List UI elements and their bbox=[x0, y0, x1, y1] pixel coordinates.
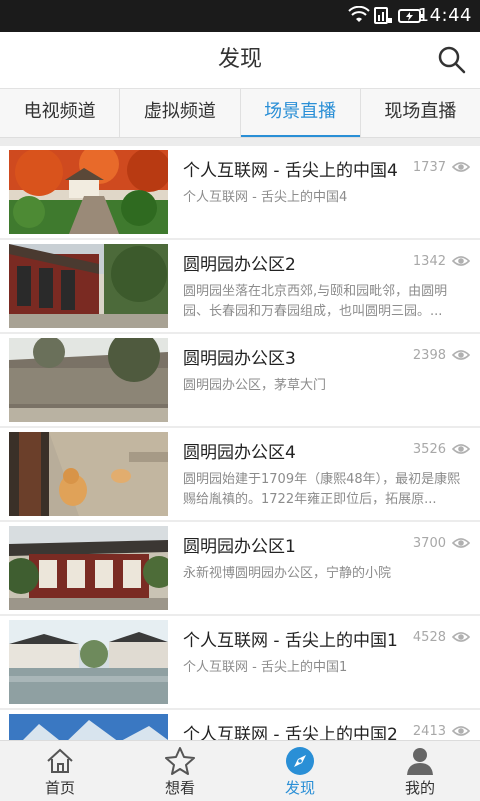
thumbnail-image bbox=[9, 526, 168, 610]
view-count: 3526 bbox=[412, 442, 446, 457]
eye-icon bbox=[452, 538, 470, 548]
tab-virtual-channels[interactable]: 虚拟频道 bbox=[120, 89, 241, 137]
eye-icon bbox=[452, 444, 470, 454]
item-description: 个人互联网 - 舌尖上的中国1 bbox=[183, 660, 348, 675]
signal-icon bbox=[374, 7, 392, 24]
list-item[interactable]: 圆明园办公区2 1342 圆明园坐落在北京西郊,与颐和园毗邻，由圆明园、长春园和… bbox=[0, 240, 480, 332]
list-item[interactable]: 圆明园办公区1 3700 永新视博圆明园办公区，宁静的小院 bbox=[0, 522, 480, 614]
view-count: 2413 bbox=[412, 724, 446, 739]
item-title: 个人互联网 - 舌尖上的中国1 bbox=[183, 631, 398, 651]
nav-discover-label: 发现 bbox=[284, 779, 315, 797]
list-item[interactable]: 个人互联网 - 舌尖上的中国2 2413 bbox=[0, 710, 480, 740]
list-item[interactable]: 个人互联网 - 舌尖上的中国1 4528 个人互联网 - 舌尖上的中国1 bbox=[0, 616, 480, 708]
status-bar: 14:44 bbox=[0, 0, 480, 32]
thumbnail-image bbox=[9, 150, 168, 234]
video-list: 个人互联网 - 舌尖上的中国4 1737 个人互联网 - 舌尖上的中国4 圆明园… bbox=[0, 138, 480, 740]
category-tabs: 电视频道 虚拟频道 场景直播 现场直播 bbox=[0, 89, 480, 138]
view-count: 3700 bbox=[412, 536, 446, 551]
nav-profile[interactable]: 我的 bbox=[360, 741, 480, 801]
item-title: 圆明园办公区1 bbox=[183, 537, 296, 557]
view-count: 2398 bbox=[412, 348, 446, 363]
item-description: 圆明园始建于1709年（康熙48年），最初是康熙赐给胤禛的。1722年雍正即位后… bbox=[183, 472, 461, 507]
eye-icon bbox=[452, 256, 470, 266]
item-title: 个人互联网 - 舌尖上的中国4 bbox=[183, 161, 398, 181]
bottom-navigation: 首页 想看 发现 我的 bbox=[0, 740, 480, 801]
view-count: 1737 bbox=[412, 160, 446, 175]
wifi-icon bbox=[348, 6, 370, 22]
view-count: 4528 bbox=[412, 630, 446, 645]
nav-wishlist-label: 想看 bbox=[164, 779, 195, 797]
list-item[interactable]: 圆明园办公区4 3526 圆明园始建于1709年（康熙48年），最初是康熙赐给胤… bbox=[0, 428, 480, 520]
compass-icon bbox=[286, 747, 314, 775]
person-icon bbox=[407, 748, 433, 775]
thumbnail-image bbox=[9, 714, 168, 740]
nav-wishlist[interactable]: 想看 bbox=[120, 741, 240, 801]
page-title: 发现 bbox=[217, 47, 262, 72]
item-title: 个人互联网 - 舌尖上的中国2 bbox=[183, 725, 398, 740]
tab-scene-live[interactable]: 场景直播 bbox=[240, 89, 361, 137]
star-icon bbox=[165, 747, 195, 775]
view-count: 1342 bbox=[412, 254, 446, 269]
eye-icon bbox=[452, 350, 470, 360]
item-title: 圆明园办公区2 bbox=[183, 255, 296, 275]
tab-onsite-live[interactable]: 现场直播 bbox=[361, 89, 480, 137]
eye-icon bbox=[452, 632, 470, 642]
list-item[interactable]: 个人互联网 - 舌尖上的中国4 1737 个人互联网 - 舌尖上的中国4 bbox=[0, 146, 480, 238]
nav-profile-label: 我的 bbox=[404, 779, 435, 797]
clock: 14:44 bbox=[417, 5, 472, 26]
item-description: 永新视博圆明园办公区，宁静的小院 bbox=[183, 566, 392, 581]
item-description: 圆明园办公区，茅草大门 bbox=[183, 378, 327, 393]
thumbnail-image bbox=[9, 620, 168, 704]
nav-discover[interactable]: 发现 bbox=[240, 741, 360, 801]
tab-tv-channels[interactable]: 电视频道 bbox=[0, 89, 121, 137]
search-icon[interactable] bbox=[436, 44, 468, 76]
app-header: 发现 bbox=[0, 32, 480, 89]
item-title: 圆明园办公区3 bbox=[183, 349, 296, 369]
eye-icon bbox=[452, 162, 470, 172]
thumbnail-image bbox=[9, 338, 168, 422]
item-description: 圆明园坐落在北京西郊,与颐和园毗邻，由圆明园、长春园和万春园组成，也叫圆明三园。… bbox=[183, 284, 448, 319]
item-title: 圆明园办公区4 bbox=[183, 443, 296, 463]
thumbnail-image bbox=[9, 244, 168, 328]
home-icon bbox=[47, 748, 73, 773]
item-description: 个人互联网 - 舌尖上的中国4 bbox=[183, 190, 348, 205]
nav-home-label: 首页 bbox=[44, 779, 75, 797]
nav-home[interactable]: 首页 bbox=[0, 741, 120, 801]
list-item[interactable]: 圆明园办公区3 2398 圆明园办公区，茅草大门 bbox=[0, 334, 480, 426]
eye-icon bbox=[452, 726, 470, 736]
thumbnail-image bbox=[9, 432, 168, 516]
